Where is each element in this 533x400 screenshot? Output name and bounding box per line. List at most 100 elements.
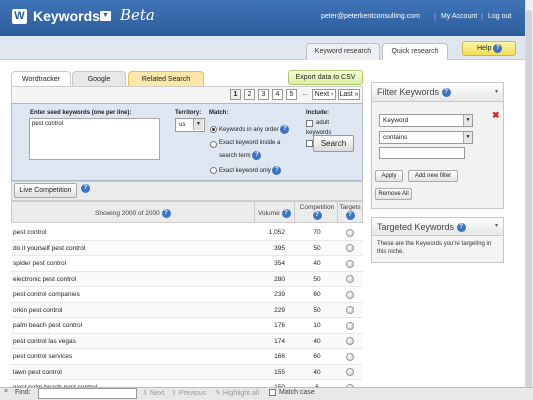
page-button-2[interactable]: 2 — [244, 89, 255, 100]
page-button-5[interactable]: 5 — [286, 89, 297, 100]
find-next-button[interactable]: ⇩ Next — [142, 389, 164, 397]
target-toggle[interactable] — [346, 337, 354, 345]
help-icon: ? — [161, 209, 171, 218]
chevron-down-icon[interactable]: ▼ — [463, 132, 472, 143]
chevron-down-icon[interactable]: ▼ — [100, 11, 111, 21]
logout-link[interactable]: Log out — [488, 13, 511, 20]
keyword-cell: palm beach pest control — [13, 322, 83, 329]
chevron-down-icon[interactable]: ▼ — [463, 115, 472, 126]
seed-keywords-input[interactable]: pest control — [29, 118, 160, 160]
match-exact-only-radio[interactable] — [210, 167, 217, 174]
target-toggle[interactable] — [346, 368, 354, 376]
column-header-competition[interactable]: Competition? — [297, 204, 337, 220]
territory-label: Territory: — [175, 110, 202, 116]
chevron-down-icon[interactable]: ▼ — [494, 223, 499, 229]
competition-cell: 60 — [313, 353, 321, 360]
target-toggle[interactable] — [346, 321, 354, 330]
tab-wordtracker[interactable]: Wordtracker — [11, 71, 71, 87]
search-button[interactable]: Search — [313, 135, 354, 152]
chevron-down-icon[interactable]: ▼ — [494, 89, 499, 95]
find-input[interactable] — [38, 388, 137, 399]
live-competition-button[interactable]: Live Competition — [14, 183, 77, 198]
keyword-cell: pest control las vegas — [13, 337, 76, 345]
competition-cell: 40 — [313, 337, 321, 345]
highlight-all-button[interactable]: ✎ Highlight all — [215, 389, 259, 397]
include-adult-checkbox[interactable] — [306, 120, 313, 127]
help-icon: ? — [345, 211, 355, 220]
filter-text-input[interactable] — [379, 147, 465, 159]
remove-all-filters-button[interactable]: Remove All — [375, 188, 412, 200]
keyword-cell: lawn pest control — [13, 368, 62, 376]
help-icon: ? — [312, 211, 322, 220]
include-adult-label: adult — [316, 120, 330, 126]
target-toggle[interactable] — [346, 306, 354, 314]
competition-cell: 10 — [313, 322, 321, 329]
next-page-button[interactable]: Next › — [312, 89, 336, 100]
last-page-button[interactable]: Last » — [338, 89, 360, 100]
remove-filter-icon[interactable]: ✖ — [492, 110, 500, 121]
find-label: Find: — [15, 389, 31, 396]
targeted-keywords-title: Targeted Keywords — [377, 222, 455, 232]
include-label: Include: — [306, 110, 330, 116]
match-exact-inside-label: Exact keyword inside a — [219, 140, 281, 146]
column-header-volume[interactable]: Volume ? — [258, 209, 291, 218]
keyword-cell: pest control services — [13, 353, 73, 360]
column-header-targets[interactable]: Targets? — [338, 204, 362, 220]
divider — [254, 201, 255, 223]
apply-filter-button[interactable]: Apply — [375, 170, 403, 182]
match-any-order-radio[interactable] — [210, 126, 217, 133]
help-icon: ? — [456, 223, 466, 233]
volume-cell: 354 — [274, 260, 285, 267]
page-button-1[interactable]: 1 — [230, 89, 241, 100]
help-icon: ? — [272, 166, 282, 175]
page-button-4[interactable]: 4 — [272, 89, 283, 100]
my-account-link[interactable]: My Account — [441, 13, 477, 20]
target-toggle[interactable] — [346, 259, 354, 268]
seed-keywords-label: Enter seed keywords (one per line): — [30, 110, 132, 116]
match-label: Match: — [209, 110, 229, 116]
filter-operator-select[interactable]: contains — [379, 131, 473, 144]
add-new-filter-button[interactable]: Add new filter — [408, 170, 458, 182]
tab-keyword-research[interactable]: Keyword research — [306, 43, 380, 60]
volume-cell: 395 — [274, 244, 285, 252]
volume-cell: 229 — [274, 306, 285, 314]
competition-cell: 40 — [313, 368, 321, 376]
help-icon: ? — [252, 151, 262, 160]
filter-field-select[interactable]: Keyword — [379, 114, 473, 127]
find-previous-button[interactable]: ⇧ Previous — [171, 389, 206, 397]
tab-google[interactable]: Google — [72, 71, 126, 87]
match-exact-inside-label-2: search term ? — [219, 151, 262, 160]
target-toggle[interactable] — [346, 290, 354, 299]
help-icon: ? — [281, 209, 291, 218]
export-csv-button[interactable]: Export data to CSV — [288, 70, 363, 85]
match-exact-only-label: Exact keyword only ? — [219, 166, 282, 175]
tab-related-search[interactable]: Related Search — [128, 71, 204, 87]
keyword-cell: do it yourself pest control — [13, 244, 86, 252]
competition-cell: 60 — [313, 291, 321, 298]
help-icon[interactable]: ? — [81, 184, 90, 193]
targeted-keywords-description: These are the Keywords you're targeting … — [377, 241, 492, 255]
tab-quick-research[interactable]: Quick research — [382, 43, 448, 60]
competition-cell: 50 — [313, 306, 321, 314]
target-toggle[interactable] — [346, 228, 354, 237]
page-button-3[interactable]: 3 — [258, 89, 269, 100]
match-case-checkbox[interactable] — [269, 389, 276, 396]
keyword-cell: pest control — [13, 229, 47, 236]
match-exact-inside-radio[interactable] — [210, 141, 217, 148]
divider: | — [481, 12, 484, 21]
target-toggle[interactable] — [346, 352, 354, 361]
competition-cell: 50 — [313, 244, 321, 252]
scrollbar-thumb[interactable] — [526, 10, 532, 395]
chevron-down-icon[interactable]: ▼ — [193, 119, 203, 130]
target-toggle[interactable] — [346, 275, 354, 283]
beta-label: Beta — [120, 6, 155, 24]
help-button[interactable]: Help ? — [462, 41, 516, 56]
help-label: Help — [477, 45, 492, 52]
divider: | — [434, 12, 437, 21]
volume-cell: 1,052 — [268, 229, 285, 236]
keyword-cell: orkin pest control — [13, 306, 63, 314]
close-find-bar-icon[interactable]: × — [4, 388, 8, 395]
target-toggle[interactable] — [346, 244, 354, 252]
help-icon: ? — [493, 43, 503, 53]
include-keywords-checkbox[interactable] — [306, 140, 313, 147]
